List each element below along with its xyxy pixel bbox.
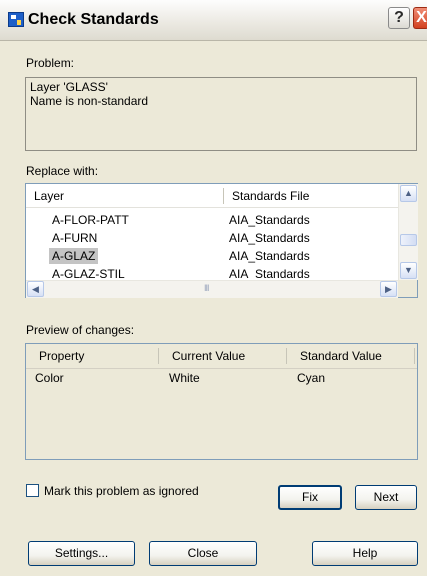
- next-button[interactable]: Next: [355, 485, 417, 510]
- layer-name: A-GLAZ: [49, 248, 99, 264]
- title-bar[interactable]: Check Standards ? X: [0, 0, 427, 41]
- column-separator: [414, 348, 415, 364]
- problem-box: Layer 'GLASS' Name is non-standard: [25, 77, 417, 151]
- scroll-grip-icon[interactable]: III: [204, 283, 209, 293]
- scroll-corner: [398, 280, 417, 297]
- property-value: Color: [35, 371, 64, 385]
- standard-value: Cyan: [297, 371, 326, 385]
- horizontal-scrollbar[interactable]: ◀ III ▶: [26, 280, 398, 298]
- ignore-checkbox-label[interactable]: Mark this problem as ignored: [44, 484, 199, 498]
- preview-list: Property Current Value Standard Value Co…: [25, 343, 418, 460]
- column-header-layer[interactable]: Layer: [26, 184, 224, 208]
- list-item[interactable]: A-FURN AIA_Standards: [26, 230, 398, 246]
- standards-file: AIA_Standards: [229, 267, 310, 279]
- standards-file: AIA_Standards: [229, 249, 310, 263]
- fix-button[interactable]: Fix: [278, 485, 342, 510]
- column-header-standard-value[interactable]: Standard Value: [292, 344, 416, 368]
- problem-label: Problem:: [26, 56, 75, 70]
- column-header-current-value[interactable]: Current Value: [164, 344, 284, 368]
- list-item[interactable]: A-GLAZ-STIL AIA_Standards: [26, 266, 398, 279]
- layer-name: A-GLAZ-STIL: [52, 267, 125, 279]
- ignore-checkbox[interactable]: [26, 484, 39, 497]
- replace-with-label: Replace with:: [26, 164, 99, 178]
- vertical-scrollbar[interactable]: ▲ ▼: [398, 184, 418, 280]
- scroll-down-icon[interactable]: ▼: [400, 262, 417, 279]
- scroll-left-icon[interactable]: ◀: [27, 281, 44, 297]
- list-item-selected[interactable]: A-GLAZ AIA_Standards: [26, 248, 398, 264]
- replace-with-list[interactable]: Layer Standards File A-FLOR-PATT AIA_Sta…: [25, 183, 418, 298]
- column-header-property[interactable]: Property: [31, 344, 161, 368]
- preview-row: Color White Cyan: [26, 370, 417, 386]
- list-item[interactable]: A-FLOR-PATT AIA_Standards: [26, 212, 398, 228]
- close-button[interactable]: Close: [149, 541, 257, 566]
- column-header-standards-file[interactable]: Standards File: [224, 184, 398, 208]
- column-separator: [158, 348, 159, 364]
- scroll-thumb[interactable]: [400, 234, 417, 246]
- settings-button[interactable]: Settings...: [28, 541, 135, 566]
- current-value: White: [169, 371, 200, 385]
- scroll-right-icon[interactable]: ▶: [380, 281, 397, 297]
- window-title: Check Standards: [28, 11, 159, 28]
- problem-line-2: Name is non-standard: [30, 94, 149, 108]
- layer-name: A-FLOR-PATT: [52, 213, 129, 227]
- standards-file: AIA_Standards: [229, 231, 310, 245]
- standards-file: AIA_Standards: [229, 213, 310, 227]
- layer-name: A-FURN: [52, 231, 98, 245]
- scroll-up-icon[interactable]: ▲: [400, 185, 417, 202]
- preview-label: Preview of changes:: [26, 323, 135, 337]
- help-button[interactable]: Help: [312, 541, 418, 566]
- problem-line-1: Layer 'GLASS': [30, 80, 108, 94]
- title-close-button[interactable]: X: [413, 7, 427, 29]
- title-help-button[interactable]: ?: [388, 7, 410, 29]
- app-icon: [8, 12, 24, 27]
- check-standards-dialog: Check Standards ? X Problem: Layer 'GLAS…: [0, 0, 427, 576]
- column-separator: [286, 348, 287, 364]
